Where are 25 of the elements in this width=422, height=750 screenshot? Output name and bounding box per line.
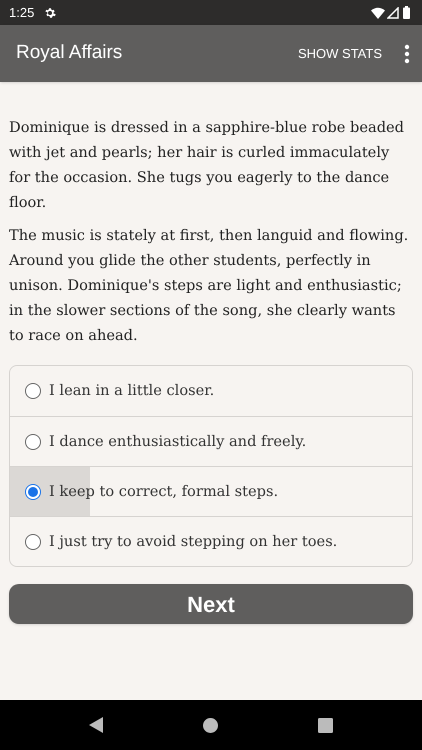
next-button[interactable]: Next	[9, 584, 413, 624]
more-options-icon[interactable]	[404, 44, 410, 64]
back-icon[interactable]	[89, 717, 103, 733]
story-paragraph: The music is stately at first, then languid and flowing. Around you glide the other students, perfectly in unison. Dominique's steps are light and enthusiastic; in the slower sections of the song, she clearly wants to race on ahead.	[9, 226, 410, 346]
choice-label: I keep to correct, formal steps.	[49, 482, 278, 502]
gear-icon	[44, 6, 56, 18]
radio-button[interactable]	[25, 434, 41, 450]
app-title: Royal Affairs	[16, 41, 122, 66]
home-icon[interactable]	[203, 718, 218, 732]
choice-option[interactable]: I dance enthusiastically and freely.	[10, 416, 412, 466]
show-stats-button[interactable]: SHOW STATS	[294, 44, 386, 64]
story-paragraph: Dominique is dressed in a sapphire-blue robe beaded with jet and pearls; her hair is curled immaculately for the occasion. She tugs you eagerly to the dance floor.	[9, 118, 406, 213]
choice-label: I lean in a little closer.	[49, 381, 214, 402]
wifi-icon	[371, 6, 385, 18]
choice-label: I just try to avoid stepping on her toes.	[49, 532, 338, 552]
recents-icon[interactable]	[318, 718, 333, 732]
radio-button[interactable]	[25, 534, 41, 550]
radio-button[interactable]	[25, 383, 41, 399]
signal-icon	[387, 6, 399, 18]
choice-option[interactable]: I lean in a little closer.	[10, 366, 412, 416]
choice-label: I dance enthusiastically and freely.	[49, 432, 306, 452]
choice-option[interactable]: I just try to avoid stepping on her toes.	[10, 516, 412, 566]
choice-option[interactable]: I keep to correct, formal steps.	[10, 466, 412, 516]
battery-icon	[403, 6, 410, 19]
status-time: 1:25	[9, 4, 34, 22]
